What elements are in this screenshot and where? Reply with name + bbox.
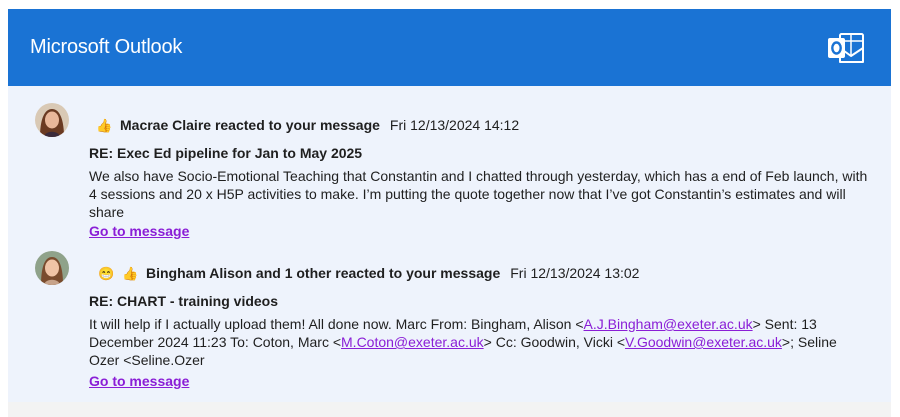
- message-preview: It will help if I actually upload them! …: [89, 315, 869, 369]
- email-link[interactable]: A.J.Bingham@exeter.ac.uk: [584, 316, 753, 332]
- app-title: Microsoft Outlook: [30, 36, 183, 58]
- notification-panel: Microsoft Outlook 👍 Macrae Claire reacte…: [8, 9, 891, 409]
- reaction-line: 😁 👍 Bingham Alison and 1 other reacted t…: [98, 263, 639, 283]
- body-text: > Cc: Goodwin, Vicki <: [483, 334, 626, 350]
- avatar-bingham-alison-icon: [35, 251, 69, 285]
- message-subject: RE: Exec Ed pipeline for Jan to May 2025: [89, 145, 363, 161]
- avatar: [35, 251, 69, 285]
- avatar-macrae-claire-icon: [35, 103, 69, 137]
- thumbs-up-icon: 👍: [122, 265, 139, 281]
- laughing-face-icon: 😁: [98, 265, 115, 281]
- email-link[interactable]: M.Coton@exeter.ac.uk: [341, 334, 484, 350]
- reaction-line: 👍 Macrae Claire reacted to your message …: [96, 115, 519, 135]
- email-link[interactable]: V.Goodwin@exeter.ac.uk: [625, 334, 782, 350]
- reactor-text: Macrae Claire reacted to your message: [120, 117, 380, 133]
- thumbs-up-icon: 👍: [96, 117, 113, 133]
- timestamp: Fri 12/13/2024 13:02: [510, 265, 640, 281]
- go-to-message-link[interactable]: Go to message: [89, 373, 189, 389]
- avatar: [35, 103, 69, 137]
- message-preview: We also have Socio-Emotional Teaching th…: [89, 168, 868, 220]
- reactor-text: Bingham Alison and 1 other reacted to yo…: [146, 265, 501, 281]
- timestamp: Fri 12/13/2024 14:12: [389, 117, 520, 133]
- bottom-strip: [8, 402, 891, 417]
- outlook-icon: [828, 33, 864, 63]
- app-header: Microsoft Outlook: [8, 9, 891, 86]
- go-to-message-link[interactable]: Go to message: [89, 223, 189, 239]
- message-subject: RE: CHART - training videos: [89, 293, 279, 309]
- body-text: It will help if I actually upload them! …: [89, 316, 584, 332]
